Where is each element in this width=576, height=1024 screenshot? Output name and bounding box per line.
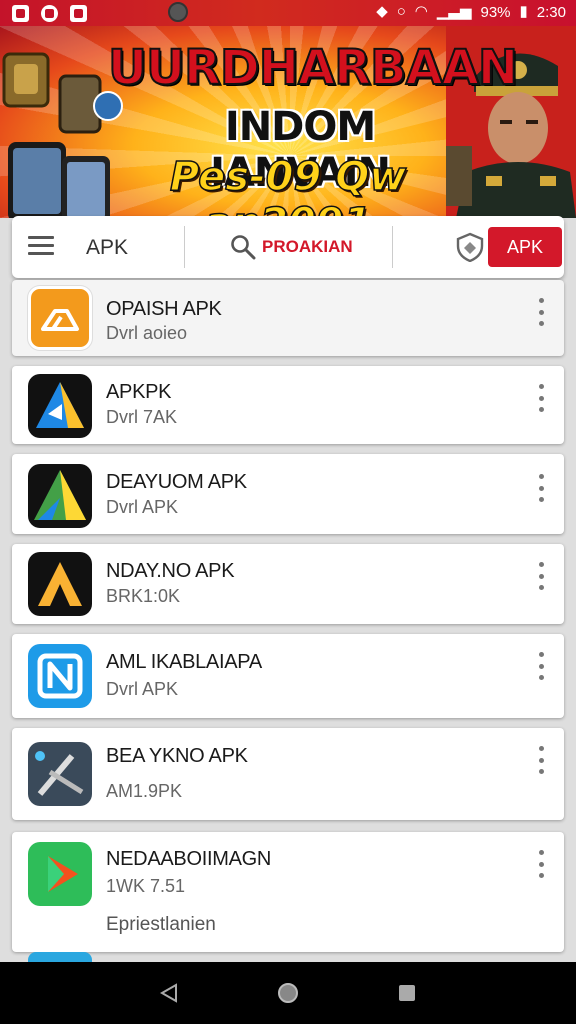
signal-icon: ▁▃▅ xyxy=(436,3,472,20)
app-meta: AM1.9PK xyxy=(106,781,183,801)
system-nav-bar xyxy=(0,962,576,1024)
divider xyxy=(392,226,393,268)
a-yellow-icon xyxy=(28,552,92,616)
app-meta: Dvrl APK xyxy=(106,497,179,517)
app-name: NDAY.NO APK xyxy=(106,560,235,582)
more-options-icon[interactable] xyxy=(534,384,548,412)
list-item[interactable]: APKPK Dvrl 7AK xyxy=(12,366,564,444)
apk-button[interactable]: APK xyxy=(488,227,562,267)
app-name: NEDAABOIIMAGN xyxy=(106,848,272,870)
app-name: OPAISH APK xyxy=(106,298,222,320)
app-meta: Dvrl aoieo xyxy=(106,323,188,343)
more-options-icon[interactable] xyxy=(534,298,548,326)
screenshot-icon xyxy=(70,4,87,22)
clock: 2:30 xyxy=(536,3,566,21)
list-item[interactable]: NDAY.NO APK BRK1:0K xyxy=(12,544,564,624)
list-item[interactable]: AML IKABLAIAPA Dvrl APK xyxy=(12,634,564,718)
status-bar: ◆ ○ ◠ ▁▃▅ 93% ▮ 2:30 xyxy=(0,0,576,26)
app-name: APKPK xyxy=(106,381,172,403)
battery-icon: ▮ xyxy=(519,3,528,20)
more-options-icon[interactable] xyxy=(534,746,548,774)
search-tab[interactable]: PROAKIAN xyxy=(230,234,353,260)
more-options-icon[interactable] xyxy=(534,850,548,878)
shield-icon[interactable] xyxy=(455,232,485,262)
home-icon[interactable] xyxy=(268,973,308,1013)
tool-dark-icon xyxy=(28,742,92,806)
triangle-blue-icon xyxy=(28,374,92,438)
app-extra-text: Epriestlanien xyxy=(106,914,216,935)
play-green-icon xyxy=(28,842,92,906)
app-name: BEA YKNO APK xyxy=(106,745,248,767)
list-item[interactable]: DEAYUOM APK Dvrl APK xyxy=(12,454,564,534)
back-icon[interactable] xyxy=(149,973,189,1013)
app-meta: BRK1:0K xyxy=(106,586,181,606)
cloud-orange-icon xyxy=(28,286,92,350)
alarm-icon: ○ xyxy=(396,3,406,20)
banner-title: UURDHARBAAN xyxy=(107,39,519,97)
promo-banner[interactable]: UURDHARBAAN INDOM IANVAIN Pes-09 Qw an20… xyxy=(0,26,576,218)
app-name: DEAYUOM APK xyxy=(106,471,247,493)
list-item[interactable]: OPAISH APK Dvrl aoieo xyxy=(12,280,564,356)
divider xyxy=(184,226,185,268)
banner-date-line: Pes-09 Qw an2091 xyxy=(169,153,407,218)
recents-icon[interactable] xyxy=(387,973,427,1013)
top-toolbar: APK PROAKIAN APK xyxy=(12,216,564,278)
hamburger-menu-icon[interactable] xyxy=(28,236,54,258)
app-name: AML IKABLAIAPA xyxy=(106,651,262,673)
more-options-icon[interactable] xyxy=(534,474,548,502)
search-icon xyxy=(231,235,256,260)
more-options-icon[interactable] xyxy=(534,562,548,590)
app-meta: Dvrl APK xyxy=(106,679,179,699)
more-options-icon[interactable] xyxy=(534,652,548,680)
triangle-green-icon xyxy=(28,464,92,528)
search-tab-label: PROAKIAN xyxy=(262,237,353,256)
app-meta: Dvrl 7AK xyxy=(106,407,178,427)
apk-category-label[interactable]: APK xyxy=(86,236,128,260)
calendar-icon xyxy=(12,4,29,22)
camera-cutout xyxy=(168,2,188,22)
n-blue-icon xyxy=(28,644,92,708)
app-meta: 1WK 7.51 xyxy=(106,876,186,896)
list-item[interactable]: BEA YKNO APK AM1.9PK xyxy=(12,728,564,820)
list-item[interactable]: NEDAABOIIMAGN 1WK 7.51 Epriestlanien xyxy=(12,832,564,952)
shield-status-icon: ◆ xyxy=(376,3,388,20)
app-notification-icon xyxy=(41,4,58,22)
battery-percent: 93% xyxy=(480,3,511,21)
wifi-icon: ◠ xyxy=(414,3,428,20)
